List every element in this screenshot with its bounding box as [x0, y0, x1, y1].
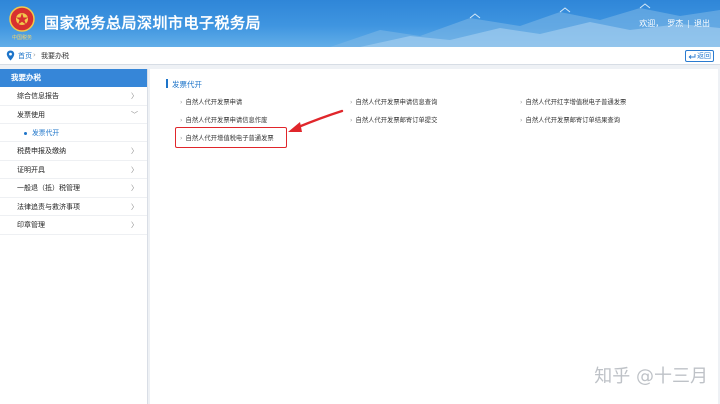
sidebar-item-label: 印章管理: [17, 221, 45, 229]
emblem-caption: 中国税务: [12, 34, 32, 41]
chevron-right-icon: 〉: [131, 221, 138, 229]
chevron-right-icon: 〉: [131, 147, 138, 155]
link-label: 自然人代开发票邮寄订单提交: [355, 117, 438, 124]
back-button-label: 返回: [697, 52, 711, 60]
chevron-down-icon: ﹀: [131, 110, 138, 119]
sidebar-item-label: 综合信息报告: [17, 92, 59, 100]
bullet-icon: ›: [180, 117, 183, 124]
sidebar-item-info-report[interactable]: 综合信息报告 〉: [0, 87, 147, 106]
link-mail-submit[interactable]: › 自然人代开发票邮寄订单提交: [350, 115, 437, 124]
sidebar-item-invoice-use[interactable]: 发票使用 ﹀: [0, 106, 147, 124]
chevron-right-icon: 〉: [131, 184, 138, 192]
link-apply[interactable]: › 自然人代开发票申请: [180, 97, 242, 106]
sidebar-item-seal[interactable]: 印章管理 〉: [0, 216, 147, 235]
bullet-icon: ›: [520, 99, 523, 106]
page: 中国税务 国家税务总局深圳市电子税务局 欢迎， 罗杰 | 退出 首页 › 我要办…: [0, 0, 720, 404]
sidebar: 我要办税 综合信息报告 〉 发票使用 ﹀ 发票代开 税费申报及缴纳 〉 证明开具…: [0, 69, 148, 404]
bullet-icon: ›: [350, 99, 353, 106]
sidebar-item-legal-relief[interactable]: 法律追责与救济事项 〉: [0, 198, 147, 216]
site-header: 中国税务 国家税务总局深圳市电子税务局 欢迎， 罗杰 | 退出: [0, 0, 720, 47]
sidebar-item-label: 税费申报及缴纳: [17, 147, 66, 155]
user-name[interactable]: 罗杰: [667, 18, 683, 29]
sidebar-item-label: 发票使用: [17, 110, 45, 119]
location-pin-icon: [6, 50, 15, 61]
bullet-dot-icon: [24, 131, 27, 135]
chevron-right-icon: 〉: [131, 92, 138, 100]
sidebar-subitem-label: 发票代开: [32, 129, 60, 137]
red-arrow-annotation: [288, 109, 344, 132]
user-area: 欢迎， 罗杰 | 退出: [639, 18, 710, 29]
sidebar-heading: 我要办税: [0, 69, 147, 87]
link-mail-result[interactable]: › 自然人代开发票邮寄订单结果查询: [520, 115, 620, 124]
sidebar-item-tax-filing[interactable]: 税费申报及缴纳 〉: [0, 142, 147, 161]
chevron-right-icon: 〉: [131, 202, 138, 211]
link-label: 自然人代开发票邮寄订单结果查询: [525, 117, 620, 124]
watermark: 知乎 @十三月: [594, 366, 708, 387]
sidebar-item-label: 一般退（抵）税管理: [17, 184, 80, 192]
welcome-text: 欢迎，: [639, 19, 664, 28]
link-red-invoice[interactable]: › 自然人代开红字增值税电子普通发票: [520, 97, 626, 106]
logout-link[interactable]: 退出: [694, 18, 710, 29]
bullet-icon: ›: [350, 117, 353, 124]
link-label: 自然人代开发票申请信息查询: [355, 99, 438, 106]
breadcrumb-current: 我要办税: [41, 52, 69, 60]
breadcrumb: 首页 › 我要办税 返回: [0, 47, 720, 65]
return-arrow-icon: [688, 54, 696, 59]
sidebar-item-label: 证明开具: [17, 165, 45, 174]
sidebar-item-label: 法律追责与救济事项: [17, 202, 80, 211]
breadcrumb-home[interactable]: 首页: [18, 51, 32, 61]
tax-emblem-icon: 中国税务: [9, 6, 35, 41]
chevron-right-icon: 〉: [131, 165, 138, 174]
site-title: 国家税务总局深圳市电子税务局: [44, 14, 262, 32]
sidebar-subitem-invoice-issue[interactable]: 发票代开: [0, 124, 147, 142]
link-query[interactable]: › 自然人代开发票申请信息查询: [350, 97, 437, 106]
link-label: 自然人代开发票申请: [185, 99, 243, 106]
section-title: 发票代开: [172, 80, 202, 89]
bullet-icon: ›: [520, 117, 523, 124]
link-void[interactable]: › 自然人代开发票申请信息作废: [180, 115, 267, 124]
header-divider: |: [687, 19, 690, 28]
breadcrumb-separator: ›: [33, 51, 36, 59]
link-label: 自然人代开红字增值税电子普通发票: [525, 99, 627, 106]
sidebar-item-certificate[interactable]: 证明开具 〉: [0, 161, 147, 179]
highlight-box: [175, 127, 287, 148]
sidebar-item-tax-refund[interactable]: 一般退（抵）税管理 〉: [0, 179, 147, 198]
bullet-icon: ›: [180, 99, 183, 106]
link-label: 自然人代开发票申请信息作废: [185, 117, 268, 124]
section-marker: [166, 79, 168, 88]
back-button[interactable]: 返回: [685, 50, 714, 62]
